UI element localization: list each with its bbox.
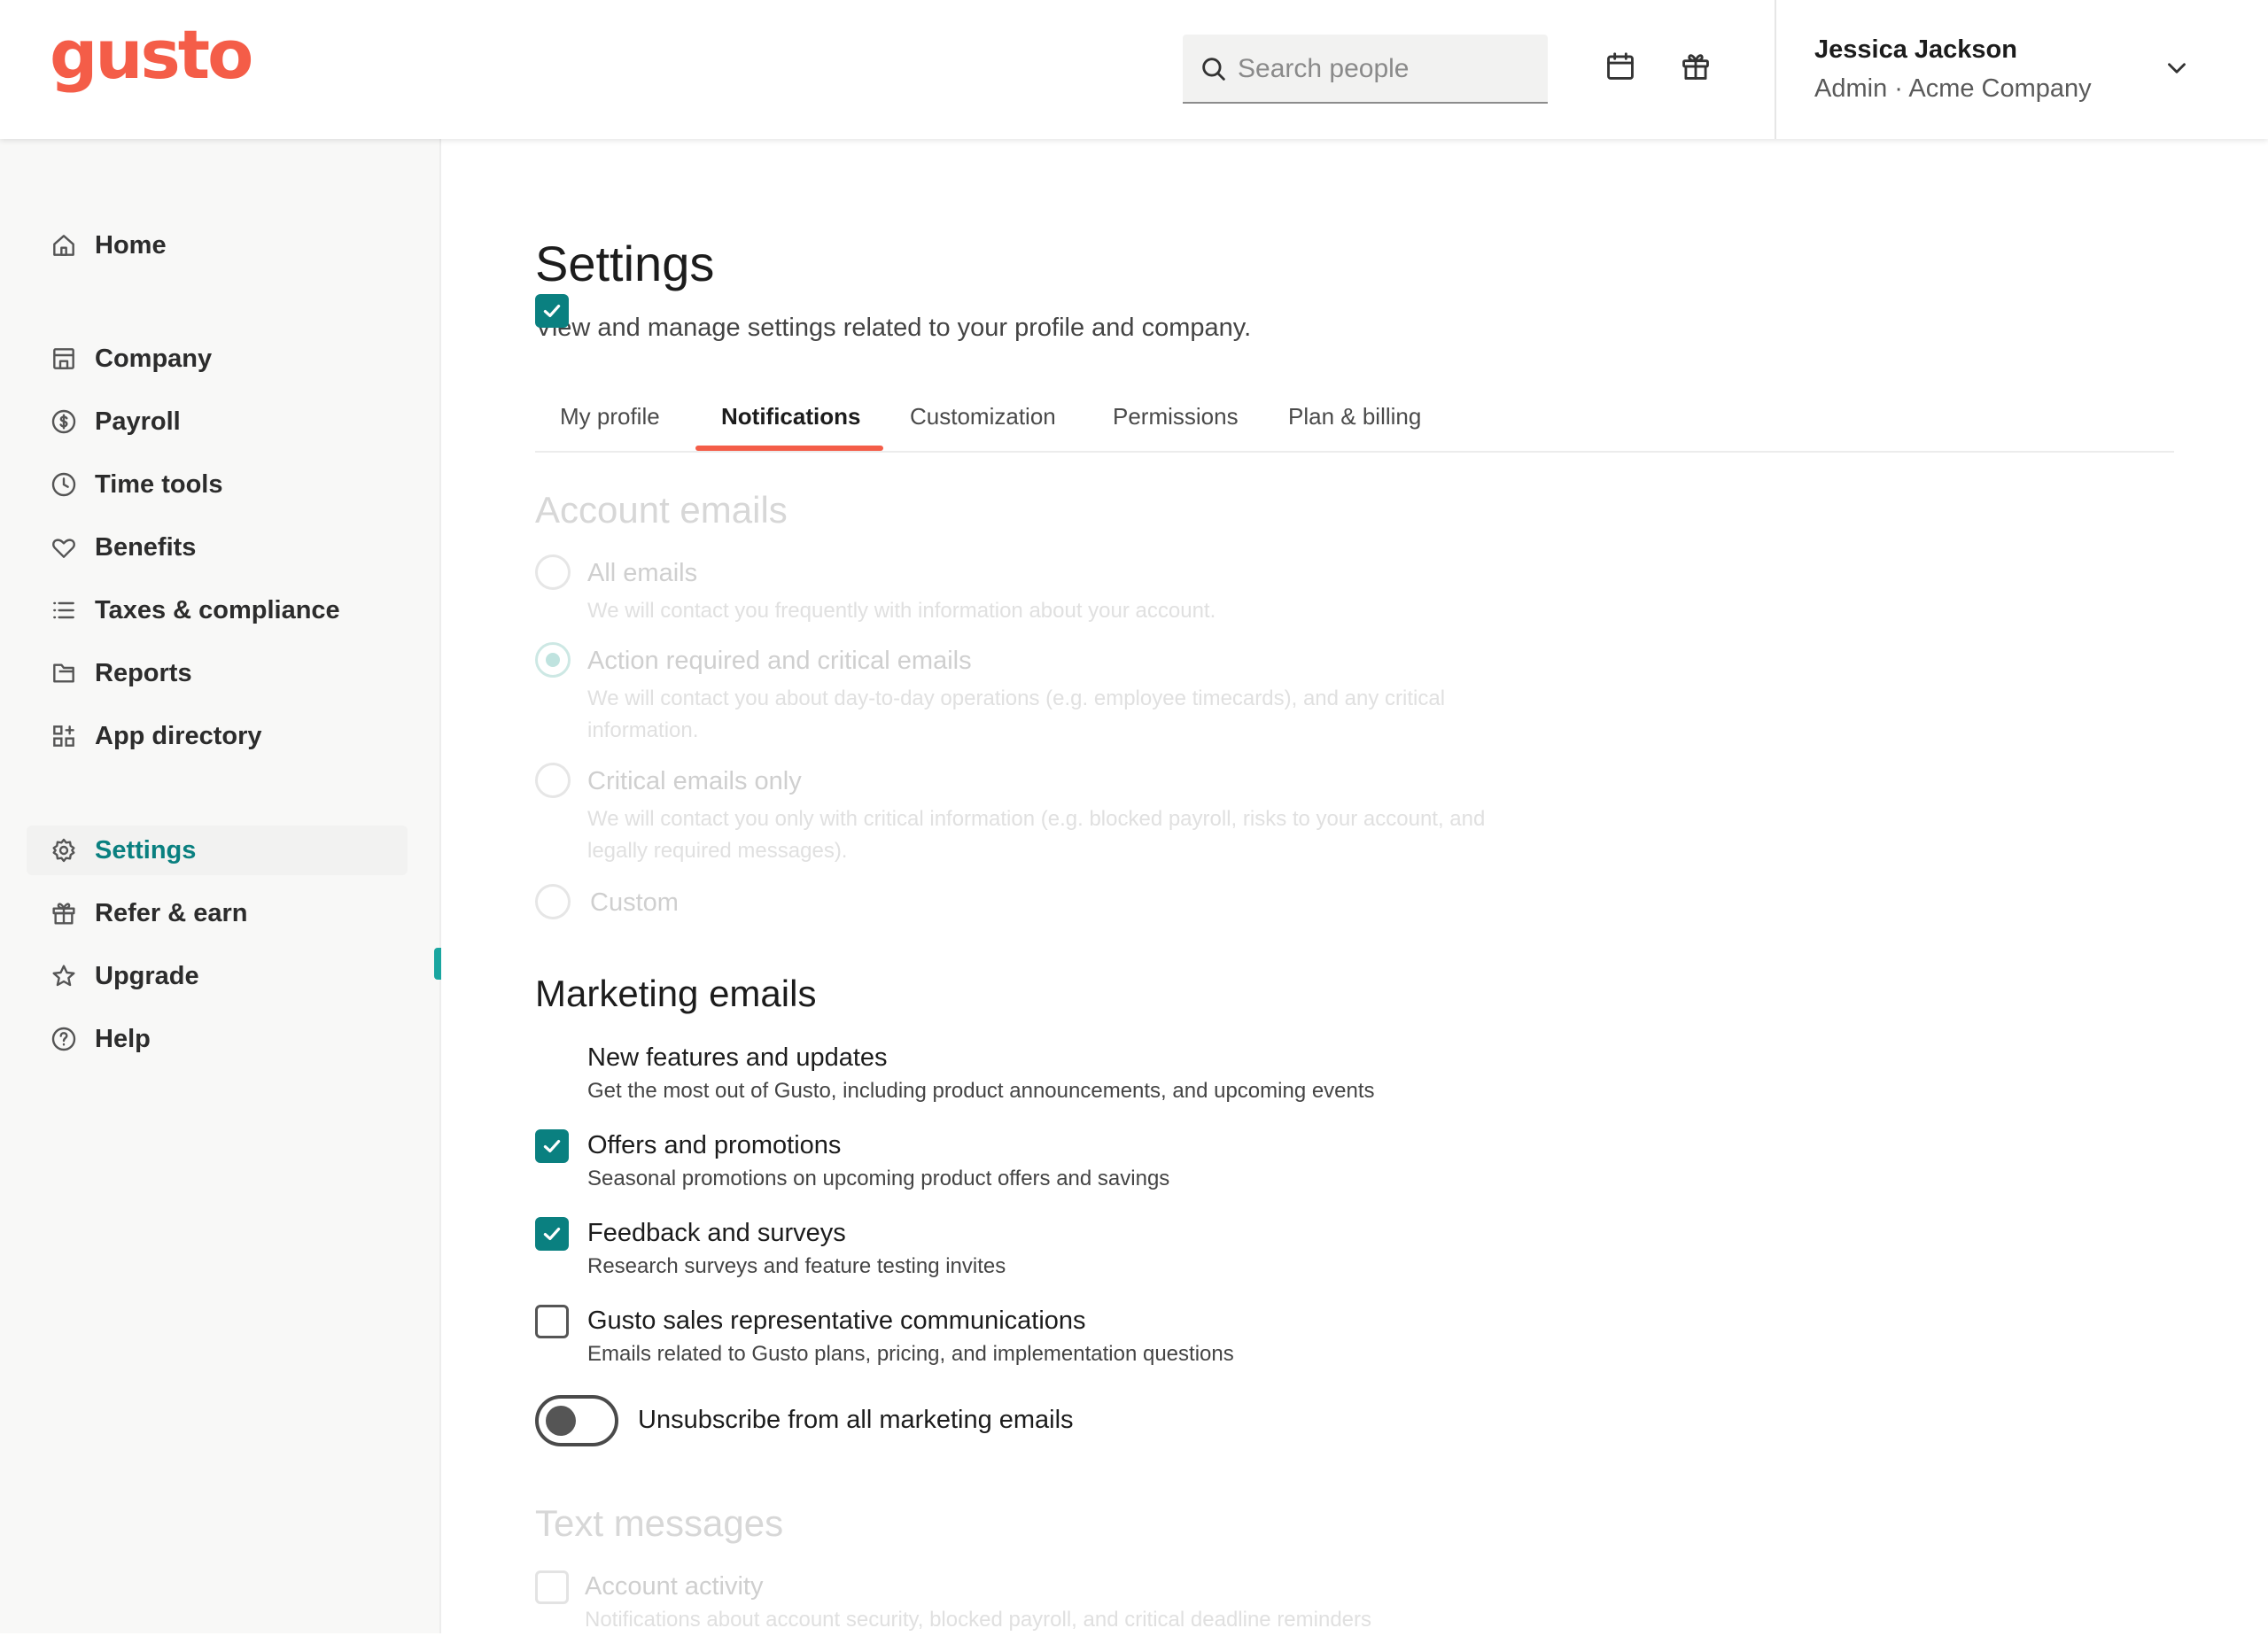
tab-customization[interactable]: Customization xyxy=(910,396,1056,451)
tab-notifications[interactable]: Notifications xyxy=(721,396,860,451)
sidebar-item-refer[interactable]: Refer & earn xyxy=(27,888,408,938)
checkbox-account-activity[interactable] xyxy=(535,1570,569,1604)
checkbox-description: Seasonal promotions on upcoming product … xyxy=(587,1167,1170,1190)
home-icon xyxy=(53,235,74,256)
radio-description: We will contact you frequently with info… xyxy=(587,599,1216,623)
gift-icon xyxy=(52,903,75,925)
sidebar-item-payroll[interactable]: Payroll xyxy=(27,397,408,446)
sidebar-item-company[interactable]: Company xyxy=(27,334,408,384)
checkbox-description: Research surveys and feature testing inv… xyxy=(587,1254,1006,1278)
top-header: gusto Jessica Jackson Admin · Acme Compa… xyxy=(0,0,2268,139)
tab-my-profile[interactable]: My profile xyxy=(560,396,660,451)
sidebar-item-label: Help xyxy=(95,1024,151,1053)
unsubscribe-label: Unsubscribe from all marketing emails xyxy=(638,1406,1074,1434)
sidebar-item-reports[interactable]: Reports xyxy=(27,648,408,698)
check-icon xyxy=(543,304,561,318)
sidebar-item-time-tools[interactable]: Time tools xyxy=(27,460,408,509)
checkbox-description: Get the most out of Gusto, including pro… xyxy=(587,1079,1375,1103)
sidebar-item-home[interactable]: Home xyxy=(27,221,408,270)
checkbox-new-features[interactable] xyxy=(535,294,569,328)
radio-label: Action required and critical emails xyxy=(587,647,972,675)
search-icon xyxy=(1202,58,1225,81)
tab-permissions[interactable]: Permissions xyxy=(1113,396,1239,451)
account-emails-title: Account emails xyxy=(535,489,788,531)
sidebar-item-label: App directory xyxy=(95,721,262,750)
gusto-logo[interactable]: gusto xyxy=(50,21,253,89)
sidebar-item-label: Time tools xyxy=(95,469,223,499)
checkbox-feedback[interactable] xyxy=(535,1217,569,1251)
sidebar: Home Company Payroll Time tools Benefits… xyxy=(0,139,441,1633)
help-circle-icon xyxy=(51,1027,76,1051)
radio-custom[interactable] xyxy=(535,884,571,919)
search-input[interactable] xyxy=(1238,35,1530,104)
radio-description: We will contact you only with critical i… xyxy=(587,807,1486,831)
sidebar-item-benefits[interactable]: Benefits xyxy=(27,523,408,572)
sidebar-item-label: Reports xyxy=(95,658,192,687)
toggle-knob xyxy=(546,1406,576,1436)
sidebar-item-label: Benefits xyxy=(95,532,197,562)
sidebar-item-label: Payroll xyxy=(95,407,181,436)
sidebar-item-settings[interactable]: Settings xyxy=(27,826,408,875)
apps-icon xyxy=(53,725,74,747)
active-indicator xyxy=(434,948,441,980)
gift-icon[interactable] xyxy=(1679,50,1713,83)
sidebar-item-label: Settings xyxy=(95,835,197,865)
sidebar-item-app-directory[interactable]: App directory xyxy=(27,711,408,761)
sidebar-item-label: Home xyxy=(95,230,167,260)
unsubscribe-toggle[interactable] xyxy=(535,1395,618,1446)
chevron-down-icon[interactable] xyxy=(2162,53,2192,83)
star-icon xyxy=(52,965,75,987)
radio-label: Critical emails only xyxy=(587,767,802,795)
checkbox-label: Feedback and surveys xyxy=(587,1219,846,1247)
main-content: Settings View and manage settings relate… xyxy=(443,139,2268,1633)
header-divider xyxy=(1775,0,1776,139)
checkbox-label: Gusto sales representative communication… xyxy=(587,1306,1086,1335)
marketing-emails-title: Marketing emails xyxy=(535,973,817,1014)
radio-description: We will contact you about day-to-day ope… xyxy=(587,686,1446,710)
clock-icon xyxy=(51,472,76,497)
gear-icon xyxy=(52,838,75,863)
checkbox-label: Account activity xyxy=(585,1572,764,1601)
page-title: Settings xyxy=(535,236,715,291)
check-icon xyxy=(543,1139,561,1153)
user-role: Admin · Acme Company xyxy=(1814,74,2092,103)
dollar-circle-icon xyxy=(51,409,76,434)
checkbox-sales-rep[interactable] xyxy=(535,1305,569,1338)
building-icon xyxy=(53,348,74,369)
heart-icon xyxy=(52,539,75,558)
check-icon xyxy=(543,1227,561,1241)
checkbox-label: Offers and promotions xyxy=(587,1131,842,1159)
radio-critical-only[interactable] xyxy=(535,763,571,798)
calendar-icon[interactable] xyxy=(1604,50,1637,83)
radio-label: Custom xyxy=(590,888,679,917)
sidebar-item-upgrade[interactable]: Upgrade xyxy=(27,951,408,1001)
tab-plan-billing[interactable]: Plan & billing xyxy=(1288,396,1421,451)
radio-description: information. xyxy=(587,718,699,742)
radio-label: All emails xyxy=(587,559,698,587)
text-messages-title: Text messages xyxy=(535,1502,784,1544)
sidebar-item-help[interactable]: Help xyxy=(27,1014,408,1064)
sidebar-item-label: Upgrade xyxy=(95,961,199,990)
sidebar-item-label: Refer & earn xyxy=(95,898,248,927)
sidebar-item-label: Company xyxy=(95,344,213,373)
checkbox-description: Emails related to Gusto plans, pricing, … xyxy=(587,1342,1234,1366)
folder-icon xyxy=(53,663,74,683)
settings-tabs: My profile Notifications Customization P… xyxy=(535,396,2174,453)
list-icon xyxy=(53,601,74,619)
user-name[interactable]: Jessica Jackson xyxy=(1814,35,2017,65)
checkbox-description: Notifications about account security, bl… xyxy=(585,1608,1372,1632)
sidebar-item-label: Taxes & compliance xyxy=(95,595,340,624)
checkbox-label: New features and updates xyxy=(587,1043,888,1072)
sidebar-item-taxes[interactable]: Taxes & compliance xyxy=(27,585,408,635)
radio-all-emails[interactable] xyxy=(535,554,571,590)
radio-action-required[interactable] xyxy=(535,642,571,678)
checkbox-offers[interactable] xyxy=(535,1129,569,1163)
page-subtitle: View and manage settings related to your… xyxy=(535,314,1252,342)
active-tab-underline xyxy=(695,446,883,451)
search-box[interactable] xyxy=(1183,35,1548,104)
radio-description: legally required messages). xyxy=(587,839,848,863)
